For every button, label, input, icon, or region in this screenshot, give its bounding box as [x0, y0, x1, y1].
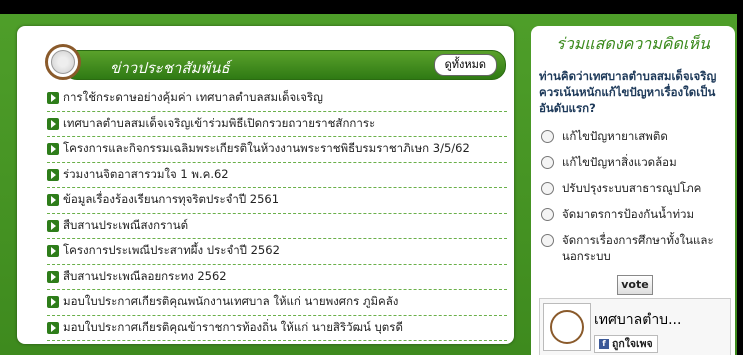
news-item-link[interactable]: โครงการและกิจกรรมเฉลิมพระเกียรติในห้วงงา…: [63, 140, 470, 158]
poll-option-label: จัดการเรื่องการศึกษาทั้งในและนอกระบบ: [562, 233, 714, 263]
news-item-link[interactable]: สืบสานประเพณีลอยกระทง 2562: [63, 268, 227, 286]
radio-button[interactable]: [541, 130, 554, 143]
news-item-link[interactable]: สืบสานประเพณีสงกรานต์: [63, 217, 188, 235]
news-item-link[interactable]: มอบใบประกาศเกียรติคุณพนักงานเทศบาล ให้แก…: [63, 293, 398, 311]
arrow-right-icon: [47, 194, 59, 207]
arrow-right-icon: [47, 219, 59, 232]
radio-button[interactable]: [541, 208, 554, 221]
poll-panel: ร่วมแสดงความคิดเห็น ท่านคิดว่าเทศบาลตำบล…: [531, 26, 735, 355]
radio-button[interactable]: [541, 156, 554, 169]
poll-option[interactable]: แก้ไขปัญหายาเสพติด: [539, 128, 731, 144]
news-header: ข่าวประชาสัมพันธ์ ดูทั้งหมด: [45, 44, 506, 82]
news-item[interactable]: ร่วมงานจิตอาสารวมใจ 1 พ.ค.62: [47, 163, 507, 188]
poll-option[interactable]: ปรับปรุงระบบสาธารณูปโภค: [539, 180, 731, 196]
poll-option-label: แก้ไขปัญหายาเสพติด: [562, 129, 668, 143]
news-item-link[interactable]: ร่วมงานจิตอาสารวมใจ 1 พ.ค.62: [63, 166, 229, 184]
facebook-page-avatar[interactable]: [543, 303, 591, 351]
arrow-right-icon: [47, 143, 59, 156]
arrow-right-icon: [47, 168, 59, 181]
news-title: ข่าวประชาสัมพันธ์: [110, 59, 230, 77]
facebook-like-button[interactable]: f ถูกใจเพจ: [594, 335, 658, 353]
arrow-right-icon: [47, 92, 59, 105]
news-item-link[interactable]: โครงการประเพณีประสาทผึ้ง ประจำปี 2562: [63, 242, 280, 260]
arrow-right-icon: [47, 321, 59, 334]
facebook-icon: f: [599, 339, 609, 349]
news-item[interactable]: โครงการและกิจกรรมเฉลิมพระเกียรติในห้วงงา…: [47, 137, 507, 163]
news-item[interactable]: สืบสานประเพณีสงกรานต์: [47, 214, 507, 239]
news-item[interactable]: สืบสานประเพณีลอยกระทง 2562: [47, 265, 507, 290]
news-item-link[interactable]: มอบใบประกาศเกียรติคุณข้าราชการท้องถิ่น ใ…: [63, 319, 403, 337]
poll-option-label: ปรับปรุงระบบสาธารณูปโภค: [562, 181, 702, 195]
news-panel: ข่าวประชาสัมพันธ์ ดูทั้งหมด การใช้กระดาษ…: [17, 26, 514, 344]
news-item-link[interactable]: ข้อมูลเรื่องร้องเรียนการทุจริตประจำปี 25…: [63, 191, 279, 209]
poll-title: ร่วมแสดงความคิดเห็น: [556, 34, 710, 53]
poll-question: ท่านคิดว่าเทศบาลตำบลสมเด็จเจริญ ควรเน้นห…: [539, 69, 717, 115]
facebook-like-label: ถูกใจเพจ: [612, 338, 653, 350]
poll-option-label: แก้ไขปัญหาสิ่งแวดล้อม: [562, 155, 677, 169]
news-item-link[interactable]: การใช้กระดาษอย่างคุ้มค่า เทศบาลตำบลสมเด็…: [63, 89, 323, 107]
facebook-page-widget: เทศบาลตำบ... f ถูกใจเพจ: [539, 298, 731, 355]
right-border: [737, 0, 743, 355]
poll-options: แก้ไขปัญหายาเสพติด แก้ไขปัญหาสิ่งแวดล้อม…: [539, 128, 731, 274]
arrow-right-icon: [47, 270, 59, 283]
news-item[interactable]: โครงการประเพณีประสาทผึ้ง ประจำปี 2562: [47, 239, 507, 265]
arrow-right-icon: [47, 296, 59, 309]
news-item[interactable]: การใช้กระดาษอย่างคุ้มค่า เทศบาลตำบลสมเด็…: [47, 86, 507, 112]
arrow-right-icon: [47, 245, 59, 258]
poll-option[interactable]: จัดการเรื่องการศึกษาทั้งในและนอกระบบ: [539, 232, 731, 264]
vote-button[interactable]: vote: [617, 275, 653, 295]
news-item[interactable]: มอบใบประกาศเกียรติคุณข้าราชการท้องถิ่น ใ…: [47, 316, 507, 341]
poll-option[interactable]: แก้ไขปัญหาสิ่งแวดล้อม: [539, 154, 731, 170]
facebook-page-name[interactable]: เทศบาลตำบ...: [594, 309, 681, 331]
poll-option-label: จัดมาตรการป้องกันน้ำท่วม: [562, 207, 695, 221]
arrow-right-icon: [47, 117, 59, 130]
radio-button[interactable]: [541, 182, 554, 195]
news-item[interactable]: มอบใบประกาศเกียรติคุณพนักงานเทศบาล ให้แก…: [47, 290, 507, 316]
radio-button[interactable]: [541, 234, 554, 247]
municipality-logo-icon: [45, 44, 81, 80]
news-item[interactable]: ข้อมูลเรื่องร้องเรียนการทุจริตประจำปี 25…: [47, 188, 507, 214]
news-header-bar: ข่าวประชาสัมพันธ์ ดูทั้งหมด: [63, 50, 506, 80]
view-all-button[interactable]: ดูทั้งหมด: [433, 54, 497, 76]
top-border: [0, 0, 743, 14]
news-item[interactable]: เทศบาลตำบลสมเด็จเจริญเข้าร่วมพิธีเปิดกรว…: [47, 112, 507, 137]
news-item-link[interactable]: เทศบาลตำบลสมเด็จเจริญเข้าร่วมพิธีเปิดกรว…: [63, 115, 375, 133]
news-list: การใช้กระดาษอย่างคุ้มค่า เทศบาลตำบลสมเด็…: [47, 86, 507, 341]
poll-option[interactable]: จัดมาตรการป้องกันน้ำท่วม: [539, 206, 731, 222]
